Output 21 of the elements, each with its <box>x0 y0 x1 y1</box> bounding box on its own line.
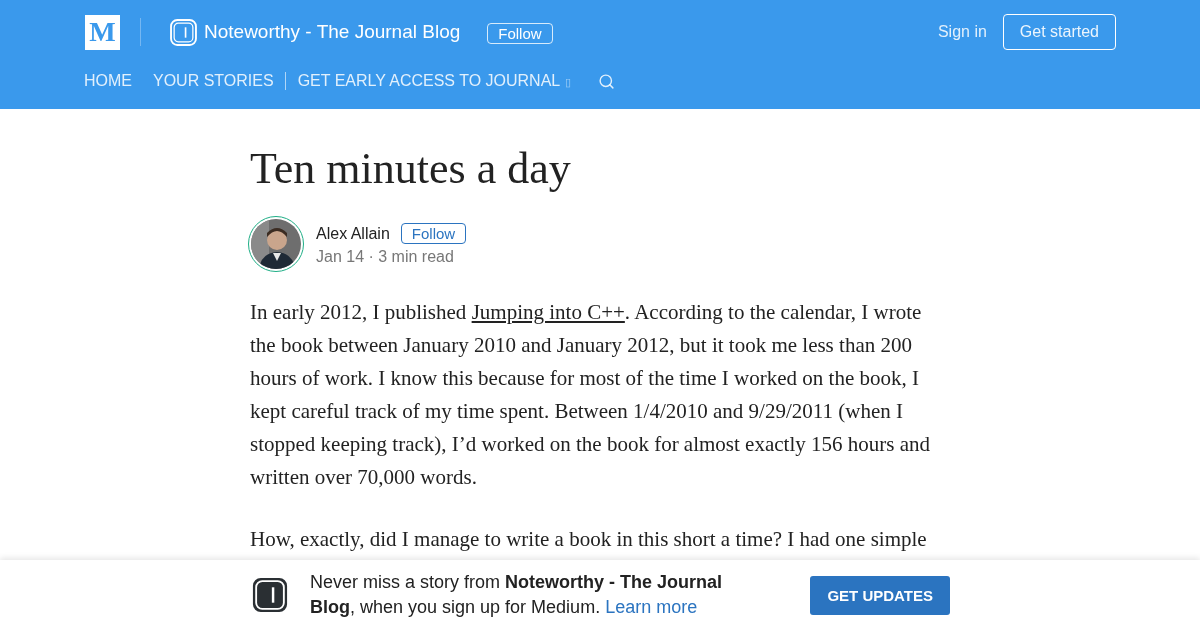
learn-more-link[interactable]: Learn more <box>605 597 698 617</box>
get-updates-button[interactable]: GET UPDATES <box>810 575 950 615</box>
body-paragraph: In early 2012, I published Jumping into C++. According to the calendar, I wrote the book between January 2010 and January 2012, but it took me less than 200 hours of work. I know this because for most of the time I worked on the book, I kept careful track of my time spent. Between 1/4/2010 and 9/29/2011 (when I stopped keeping track), I’d worked on the book for almost exactly 156 hours and written over 70,000 words. <box>250 299 931 491</box>
nav-link[interactable]: YOUR STORIES <box>153 72 286 90</box>
publication-name[interactable]: Noteworthy - The Journal Blog <box>204 21 461 43</box>
sign-in-link[interactable]: Sign in <box>937 23 987 41</box>
author-name[interactable]: Alex Allain <box>316 224 390 242</box>
publication-logo-icon <box>170 18 197 46</box>
nav-link[interactable]: HOME <box>84 72 133 90</box>
get-started-button[interactable]: Get started <box>1002 14 1116 50</box>
medium-logo[interactable]: M <box>85 14 120 50</box>
follow-button[interactable]: Follow <box>400 222 467 244</box>
follow-button[interactable]: Follow <box>487 22 553 44</box>
body-paragraph: How, exactly, did I manage to write a book in this short a time? I had one simple <box>250 526 928 553</box>
post-meta: Jan 14 · 3 min read <box>316 247 455 266</box>
publication-logo-icon <box>250 575 290 615</box>
book-link[interactable]: Jumping into C++ <box>471 300 625 324</box>
banner-text: Never miss a story from Noteworthy - The Journal Blog, when you sign up for Medium. Learn more <box>310 571 724 619</box>
nav-link[interactable]: GET EARLY ACCESS TO JOURNAL ▯ <box>297 71 573 91</box>
article-title: Ten minutes a day <box>250 143 572 194</box>
search-icon[interactable] <box>598 72 616 90</box>
